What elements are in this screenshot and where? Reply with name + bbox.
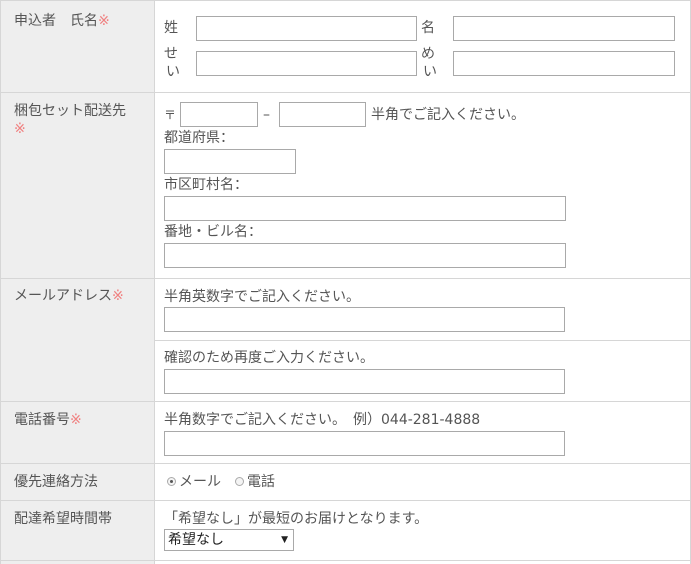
city-label: 市区町村名：: [164, 177, 248, 193]
mei-kana-input[interactable]: [453, 51, 675, 76]
column-divider: [0, 0, 1, 564]
postal-dash: –: [263, 107, 270, 123]
address-label-text: 梱包セット配送先: [14, 103, 126, 119]
street-label: 番地・ビル名：: [164, 224, 262, 240]
mei-input[interactable]: [453, 16, 675, 41]
phone-label-text: 電話番号: [14, 412, 70, 428]
phone-input[interactable]: [164, 431, 565, 456]
mei-kana-label-2: い: [423, 64, 437, 80]
delivery-time-selected: 希望なし: [168, 532, 224, 548]
street-input[interactable]: [164, 243, 566, 268]
row-divider: [0, 278, 691, 279]
email-row-label: メールアドレス※: [14, 287, 124, 305]
email-confirm-note: 確認のため再度ご入力ください。: [164, 350, 374, 366]
sei-kana-label-1: せ: [164, 46, 178, 62]
address-row-label: 梱包セット配送先 ※: [14, 102, 149, 138]
sei-input[interactable]: [196, 16, 417, 41]
phone-row-label: 電話番号※: [14, 411, 82, 429]
row-divider: [0, 560, 691, 561]
row-divider: [0, 500, 691, 501]
mei-kana-label-1: め: [421, 46, 435, 62]
contact-row-label: 優先連絡方法: [14, 474, 98, 490]
email-confirm-input[interactable]: [164, 369, 565, 394]
delivery-row-label: 配達希望時間帯: [14, 511, 112, 527]
required-mark: ※: [70, 412, 82, 428]
email-note: 半角英数字でご記入ください。: [164, 289, 360, 305]
delivery-note: 「希望なし」が最短のお届けとなります。: [164, 511, 429, 527]
postal-code-2-input[interactable]: [279, 102, 366, 127]
sei-label: 姓: [164, 20, 178, 36]
contact-option-email-label[interactable]: メール: [179, 473, 221, 491]
contact-radio-email[interactable]: [167, 477, 176, 486]
mei-label: 名: [421, 20, 435, 36]
required-mark: ※: [112, 288, 124, 304]
prefecture-label: 都道府県：: [164, 130, 234, 146]
phone-note: 半角数字でご記入ください。 例）044-281-4888: [164, 412, 481, 428]
required-mark: ※: [98, 13, 110, 29]
application-form: 申込者 氏名※ 姓 名 せ い め い 梱包セット配送先 ※ 〒 – 半角でご記入…: [0, 0, 691, 564]
sei-kana-input[interactable]: [196, 51, 417, 76]
postal-mark: 〒: [164, 108, 177, 122]
email-sub-divider: [155, 340, 691, 341]
contact-option-phone-label[interactable]: 電話: [247, 473, 275, 491]
name-row-label: 申込者 氏名※: [14, 12, 110, 30]
email-label-text: メールアドレス: [14, 288, 112, 304]
row-divider: [0, 0, 691, 1]
column-divider: [154, 0, 155, 564]
row-divider: [0, 401, 691, 402]
city-input[interactable]: [164, 196, 566, 221]
row-divider: [0, 92, 691, 93]
email-input[interactable]: [164, 307, 565, 332]
contact-radio-phone[interactable]: [235, 477, 244, 486]
sei-kana-label-2: い: [166, 64, 180, 80]
prefecture-input[interactable]: [164, 149, 296, 174]
postal-code-1-input[interactable]: [180, 102, 258, 127]
row-divider: [0, 463, 691, 464]
delivery-time-select[interactable]: 希望なし ▼: [164, 529, 294, 551]
required-mark: ※: [14, 121, 26, 137]
postal-note: 半角でご記入ください。: [371, 107, 525, 123]
name-label-text: 申込者 氏名: [14, 13, 98, 29]
dropdown-arrow-icon: ▼: [281, 535, 288, 545]
